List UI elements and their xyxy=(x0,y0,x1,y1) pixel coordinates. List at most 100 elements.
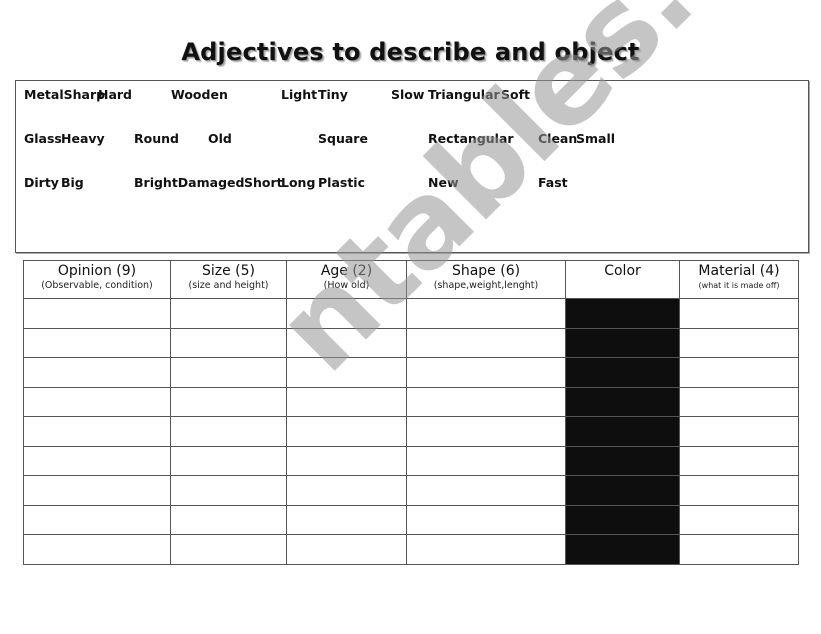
header-opinion: Opinion (9) (Observable, condition) xyxy=(23,260,171,299)
cell-color[interactable] xyxy=(565,298,680,329)
adjective-order-table: Opinion (9) (Observable, condition) Size… xyxy=(23,260,799,565)
cell-opinion[interactable] xyxy=(23,298,171,329)
table-row xyxy=(23,504,799,535)
cell-shape[interactable] xyxy=(406,504,566,535)
worksheet-title: Adjectives to describe and object xyxy=(181,38,640,66)
cell-color[interactable] xyxy=(565,534,680,565)
word-old: Old xyxy=(208,131,232,146)
cell-material[interactable] xyxy=(679,475,799,506)
cell-age[interactable] xyxy=(286,327,407,358)
table-row xyxy=(23,416,799,447)
table-row xyxy=(23,534,799,565)
cell-age[interactable] xyxy=(286,298,407,329)
word-big: Big xyxy=(61,175,84,190)
cell-opinion[interactable] xyxy=(23,386,171,417)
cell-color[interactable] xyxy=(565,475,680,506)
cell-size[interactable] xyxy=(170,504,287,535)
cell-material[interactable] xyxy=(679,534,799,565)
cell-material[interactable] xyxy=(679,445,799,476)
table-row xyxy=(23,386,799,417)
word-tiny: Tiny xyxy=(318,87,348,102)
word-glass: Glass xyxy=(24,131,62,146)
header-size-sub: (size and height) xyxy=(188,280,269,291)
header-age: Age (2) (How old) xyxy=(286,260,407,299)
cell-size[interactable] xyxy=(170,416,287,447)
cell-age[interactable] xyxy=(286,475,407,506)
cell-opinion[interactable] xyxy=(23,416,171,447)
cell-age[interactable] xyxy=(286,386,407,417)
word-new: New xyxy=(428,175,459,190)
word-metalsharp: MetalSharp xyxy=(24,87,106,102)
cell-age[interactable] xyxy=(286,357,407,388)
word-bank-box: MetalSharp Hard Wooden Light Tiny Slow T… xyxy=(15,80,809,253)
cell-size[interactable] xyxy=(170,327,287,358)
cell-opinion[interactable] xyxy=(23,504,171,535)
cell-material[interactable] xyxy=(679,327,799,358)
word-clean: Clean xyxy=(538,131,578,146)
cell-shape[interactable] xyxy=(406,416,566,447)
cell-size[interactable] xyxy=(170,298,287,329)
header-shape-label: Shape (6) xyxy=(451,263,521,279)
cell-opinion[interactable] xyxy=(23,357,171,388)
cell-material[interactable] xyxy=(679,386,799,417)
cell-material[interactable] xyxy=(679,298,799,329)
cell-color[interactable] xyxy=(565,357,680,388)
cell-shape[interactable] xyxy=(406,357,566,388)
cell-color[interactable] xyxy=(565,416,680,447)
header-age-label: Age (2) xyxy=(320,263,373,279)
cell-color[interactable] xyxy=(565,386,680,417)
table-row xyxy=(23,357,799,388)
cell-shape[interactable] xyxy=(406,386,566,417)
cell-size[interactable] xyxy=(170,386,287,417)
table-row xyxy=(23,445,799,476)
cell-material[interactable] xyxy=(679,504,799,535)
cell-age[interactable] xyxy=(286,416,407,447)
header-size-label: Size (5) xyxy=(201,263,256,279)
cell-shape[interactable] xyxy=(406,475,566,506)
header-color: Color xyxy=(565,260,680,299)
word-slow: Slow xyxy=(391,87,425,102)
word-rectangular: Rectangular xyxy=(428,131,514,146)
word-brightdamaged: BrightDamaged xyxy=(134,175,245,190)
word-small: Small xyxy=(576,131,616,146)
word-plastic: Plastic xyxy=(318,175,365,190)
cell-opinion[interactable] xyxy=(23,445,171,476)
word-fast: Fast xyxy=(538,175,568,190)
header-opinion-sub: (Observable, condition) xyxy=(41,280,153,291)
cell-age[interactable] xyxy=(286,445,407,476)
cell-shape[interactable] xyxy=(406,534,566,565)
word-heavy: Heavy xyxy=(61,131,105,146)
word-soft: Soft xyxy=(501,87,531,102)
cell-material[interactable] xyxy=(679,357,799,388)
word-triangular: Triangular xyxy=(428,87,500,102)
table-row xyxy=(23,327,799,358)
cell-opinion[interactable] xyxy=(23,475,171,506)
table-row xyxy=(23,475,799,506)
header-size: Size (5) (size and height) xyxy=(170,260,287,299)
header-material: Material (4) (what it is made off) xyxy=(679,260,799,299)
word-wooden: Wooden xyxy=(171,87,228,102)
word-short: Short xyxy=(244,175,283,190)
cell-size[interactable] xyxy=(170,475,287,506)
cell-opinion[interactable] xyxy=(23,534,171,565)
cell-shape[interactable] xyxy=(406,327,566,358)
header-age-sub: (How old) xyxy=(323,280,370,291)
cell-color[interactable] xyxy=(565,504,680,535)
cell-size[interactable] xyxy=(170,534,287,565)
word-light: Light xyxy=(281,87,318,102)
word-hard: Hard xyxy=(98,87,133,102)
cell-color[interactable] xyxy=(565,327,680,358)
cell-material[interactable] xyxy=(679,416,799,447)
header-shape-sub: (shape,weight,lenght) xyxy=(433,280,539,291)
cell-age[interactable] xyxy=(286,534,407,565)
cell-shape[interactable] xyxy=(406,298,566,329)
cell-opinion[interactable] xyxy=(23,327,171,358)
word-dirty: Dirty xyxy=(24,175,59,190)
cell-color[interactable] xyxy=(565,445,680,476)
table-body xyxy=(23,298,799,565)
cell-size[interactable] xyxy=(170,357,287,388)
cell-size[interactable] xyxy=(170,445,287,476)
cell-shape[interactable] xyxy=(406,445,566,476)
cell-age[interactable] xyxy=(286,504,407,535)
header-material-label: Material (4) xyxy=(698,263,780,279)
